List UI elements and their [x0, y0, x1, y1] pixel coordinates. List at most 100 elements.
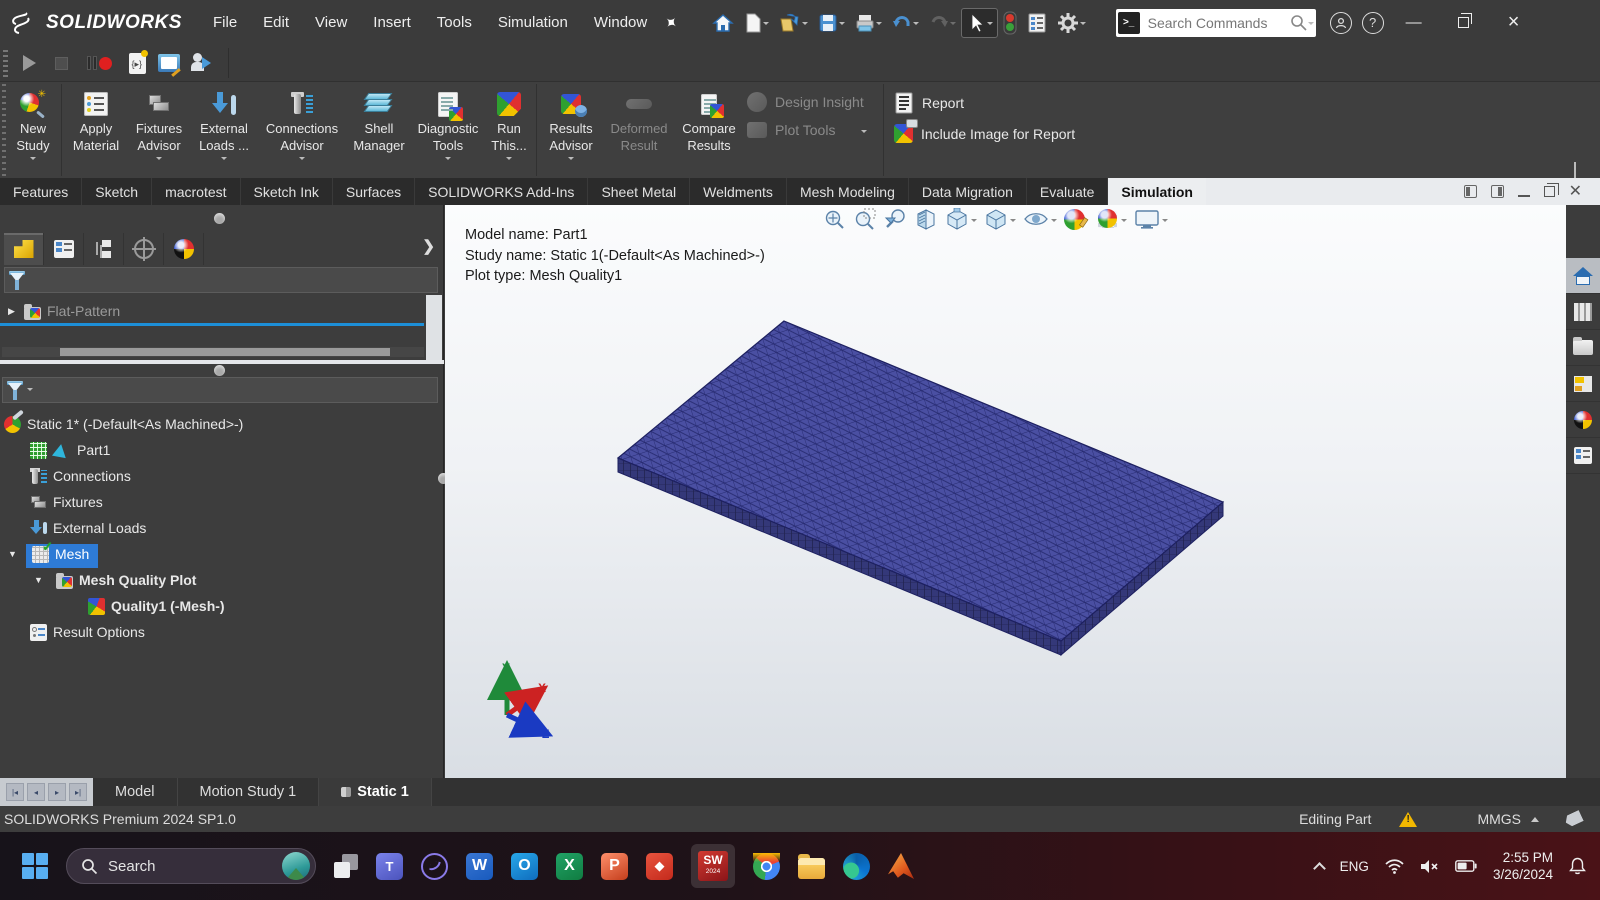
save-button[interactable] [814, 10, 849, 36]
sketch-status-warning-icon[interactable] [1399, 812, 1417, 827]
tree-item-connections[interactable]: Connections [30, 464, 131, 488]
tab-model[interactable]: Model [93, 778, 178, 806]
macro-user-button[interactable] [188, 51, 214, 75]
menu-simulation[interactable]: Simulation [487, 8, 579, 37]
tab-simulation[interactable]: Simulation [1108, 178, 1206, 205]
units-text[interactable]: MMGS [1477, 811, 1521, 827]
window-restore-button[interactable] [1444, 8, 1484, 38]
view-palette-button[interactable] [1566, 366, 1600, 402]
open-dropdown[interactable] [802, 22, 808, 28]
tab-motion-study-1[interactable]: Motion Study 1 [178, 778, 320, 806]
undo-button[interactable] [888, 10, 923, 36]
results-advisor-button[interactable]: ResultsAdvisor [539, 82, 603, 178]
home-button[interactable] [708, 10, 738, 36]
expander-icon[interactable]: ▼ [8, 549, 18, 559]
pin-menu-icon[interactable]: ✦ [659, 11, 682, 35]
menu-edit[interactable]: Edit [252, 8, 300, 37]
prev-tab-button[interactable]: ◂ [27, 783, 45, 801]
pane-restore-icon[interactable] [1544, 186, 1555, 197]
edit-macro-button[interactable] [156, 51, 182, 75]
print-dropdown[interactable] [876, 22, 882, 28]
word-app-icon[interactable]: W [466, 853, 493, 880]
search-commands-box[interactable]: >_ Search Commands [1116, 9, 1316, 37]
tab-sheet-metal[interactable]: Sheet Metal [588, 178, 690, 205]
options-button[interactable] [1053, 9, 1090, 37]
print-button[interactable] [851, 10, 886, 36]
last-tab-button[interactable]: ▸| [69, 783, 87, 801]
panel-splitter-handle-top[interactable] [214, 213, 225, 224]
tab-macrotest[interactable]: macrotest [152, 178, 240, 205]
task-view-button[interactable] [334, 854, 358, 878]
expander-icon[interactable]: ▶ [8, 306, 18, 317]
ribbon-drag-handle[interactable] [2, 84, 6, 176]
tab-data-migration[interactable]: Data Migration [909, 178, 1027, 205]
matlab-app-icon[interactable] [888, 853, 914, 879]
edge-app-icon[interactable] [843, 853, 870, 880]
stop-macro-button[interactable] [48, 51, 74, 75]
tab-sketch[interactable]: Sketch [82, 178, 152, 205]
tab-static-1[interactable]: Static 1 [319, 778, 432, 806]
select-dropdown[interactable] [987, 22, 993, 28]
tab-configuration-manager[interactable] [84, 233, 124, 265]
viber-app-icon[interactable] [421, 853, 448, 880]
flyout-vertical-scrollbar[interactable] [426, 295, 442, 363]
tab-mesh-modeling[interactable]: Mesh Modeling [787, 178, 909, 205]
language-indicator[interactable]: ENG [1340, 859, 1369, 874]
toolbar-drag-handle[interactable] [3, 49, 8, 77]
tab-evaluate[interactable]: Evaluate [1027, 178, 1108, 205]
tree-item-result-options[interactable]: Result Options [30, 620, 145, 644]
simulation-filter-box[interactable] [2, 377, 438, 403]
connections-advisor-button[interactable]: ConnectionsAdvisor [258, 82, 346, 178]
new-document-dropdown[interactable] [763, 22, 769, 28]
feature-filter-box[interactable] [4, 267, 438, 293]
window-minimize-button[interactable]: — [1394, 8, 1434, 38]
custom-properties-button[interactable] [1566, 438, 1600, 474]
apply-material-button[interactable]: ApplyMaterial [64, 82, 128, 178]
tree-item-part1[interactable]: Part1 [30, 438, 110, 462]
rebuild-button[interactable] [999, 8, 1021, 38]
tab-sketch-ink[interactable]: Sketch Ink [241, 178, 333, 205]
clock[interactable]: 2:55 PM 3/26/2024 [1493, 849, 1553, 883]
select-button[interactable] [962, 9, 997, 37]
run-this-button[interactable]: RunThis... [484, 82, 534, 178]
search-icon[interactable] [1290, 14, 1308, 32]
options-dropdown[interactable] [1080, 22, 1086, 28]
connections-advisor-dropdown[interactable] [299, 157, 305, 163]
meshed-part-model[interactable] [445, 205, 1566, 778]
tree-item-quality1[interactable]: Quality1 (-Mesh-) [88, 594, 225, 618]
next-tab-button[interactable]: ▸ [48, 783, 66, 801]
search-dropdown[interactable] [1308, 22, 1314, 28]
volume-muted-icon[interactable] [1420, 859, 1439, 874]
start-button[interactable] [22, 853, 48, 879]
tree-item-external-loads[interactable]: External Loads [30, 516, 146, 540]
run-macro-button[interactable] [16, 51, 42, 75]
taskbar-search[interactable]: Search [66, 848, 316, 884]
fixtures-advisor-button[interactable]: FixturesAdvisor [128, 82, 190, 178]
next-pane-icon[interactable] [1491, 185, 1504, 198]
search-scope-icon[interactable]: >_ [1118, 12, 1140, 34]
open-button[interactable] [775, 10, 812, 36]
outlook-app-icon[interactable]: O [511, 853, 538, 880]
chrome-app-icon[interactable] [753, 853, 780, 880]
powerpoint-app-icon[interactable]: P [601, 853, 628, 880]
compare-results-button[interactable]: CompareResults [675, 82, 743, 178]
menu-file[interactable]: File [202, 8, 248, 37]
new-study-dropdown[interactable] [30, 157, 36, 163]
tab-feature-tree[interactable] [4, 233, 44, 265]
redo-button[interactable] [925, 10, 960, 36]
file-properties-button[interactable] [1023, 10, 1051, 36]
tab-weldments[interactable]: Weldments [690, 178, 787, 205]
flyout-horizontal-scrollbar[interactable] [2, 347, 424, 357]
new-study-button[interactable]: ✳ NewStudy [7, 82, 59, 178]
tree-item-mesh[interactable]: ▼ Mesh [8, 542, 89, 566]
pane-close-icon[interactable]: ✕ [1569, 184, 1582, 200]
scrollbar-thumb[interactable] [60, 348, 390, 356]
notification-bell-icon[interactable] [1569, 857, 1586, 875]
tray-expand-icon[interactable] [1313, 862, 1326, 875]
design-library-button[interactable] [1566, 294, 1600, 330]
help-icon[interactable]: ? [1362, 12, 1384, 34]
menu-tools[interactable]: Tools [426, 8, 483, 37]
save-dropdown[interactable] [839, 22, 845, 28]
tab-solidworks-add-ins[interactable]: SOLIDWORKS Add-Ins [415, 178, 588, 205]
menu-window[interactable]: Window [583, 8, 658, 37]
